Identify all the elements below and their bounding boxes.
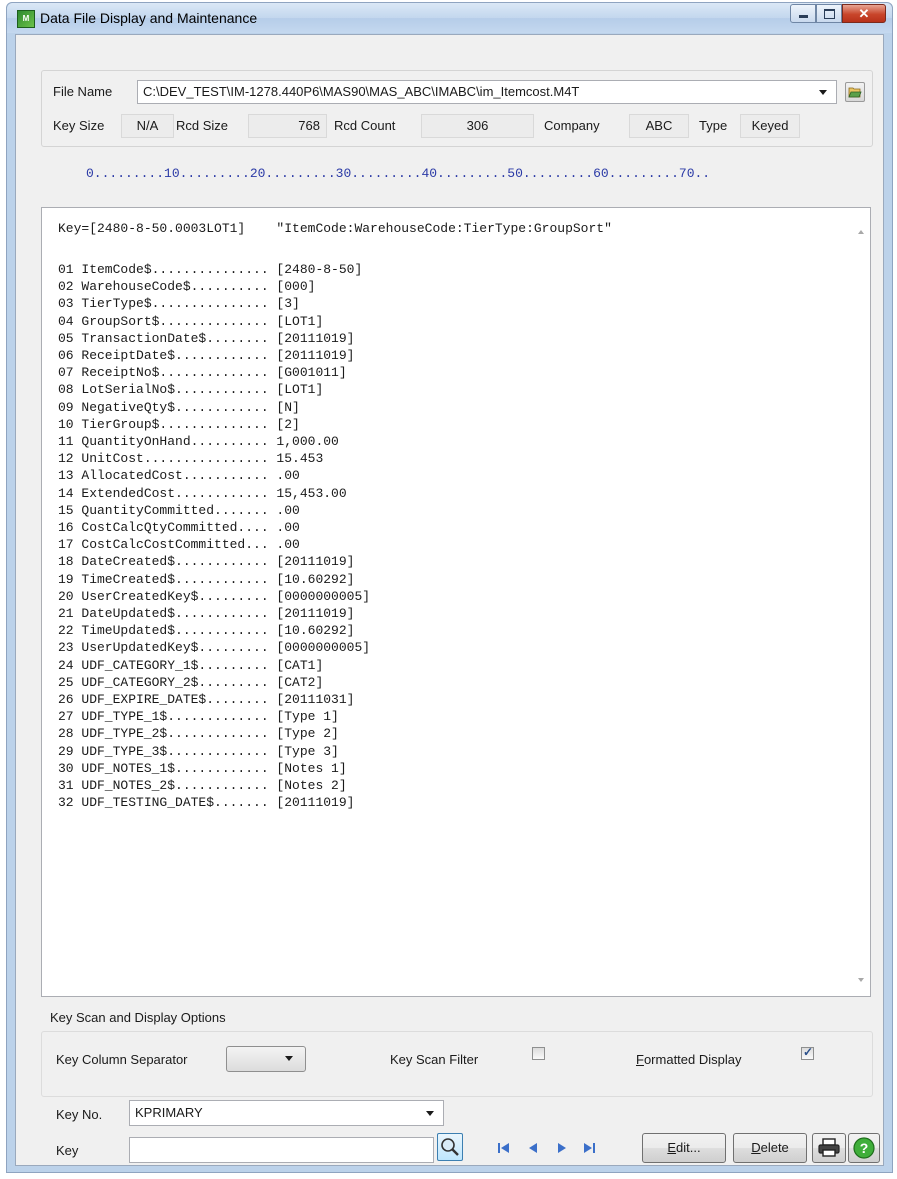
chevron-down-icon xyxy=(426,1111,434,1116)
record-field-line: 15 QuantityCommitted....... .00 xyxy=(58,502,300,518)
main-window: M Data File Display and Maintenance ✕ Fi… xyxy=(6,2,893,1173)
record-field-line: 04 GroupSort$.............. [LOT1] xyxy=(58,313,324,329)
last-record-icon[interactable] xyxy=(582,1141,596,1155)
record-field-line: 30 UDF_NOTES_1$............ [Notes 1] xyxy=(58,760,347,776)
key-scan-filter-label: Key Scan Filter xyxy=(390,1052,479,1067)
key-size-label: Key Size xyxy=(53,118,105,133)
close-button[interactable]: ✕ xyxy=(842,4,886,23)
rcd-count-label: Rcd Count xyxy=(334,118,396,133)
record-field-line: 23 UserUpdatedKey$......... [0000000005] xyxy=(58,640,371,656)
next-record-icon[interactable] xyxy=(556,1141,568,1155)
record-field-line: 26 UDF_EXPIRE_DATE$........ [20111031] xyxy=(58,692,355,708)
minimize-icon xyxy=(798,15,808,18)
formatted-display-label: Formatted Display xyxy=(636,1052,742,1067)
record-field-line: 21 DateUpdated$............ [20111019] xyxy=(58,606,355,622)
record-field-line: 28 UDF_TYPE_2$............. [Type 2] xyxy=(58,726,339,742)
record-field-line: 01 ItemCode$............... [2480-8-50] xyxy=(58,262,363,277)
record-field-line: 16 CostCalcQtyCommitted.... .00 xyxy=(58,520,300,536)
key-label: Key xyxy=(56,1143,79,1158)
first-record-icon[interactable] xyxy=(497,1141,511,1155)
app-icon: M xyxy=(17,10,35,28)
key-size-value: N/A xyxy=(121,114,174,138)
record-field-line: 08 LotSerialNo$............ [LOT1] xyxy=(58,382,324,398)
folder-open-icon xyxy=(848,87,862,98)
scroll-down-icon[interactable] xyxy=(858,978,864,982)
chevron-down-icon xyxy=(819,90,827,95)
scroll-up-icon[interactable] xyxy=(858,230,864,234)
record-field-line: 25 UDF_CATEGORY_2$......... [CAT2] xyxy=(58,674,324,690)
record-field-line: 18 DateCreated$............ [20111019] xyxy=(58,554,355,570)
client-area: File Name C:\DEV_TEST\IM-1278.440P6\MAS9… xyxy=(15,34,884,1166)
type-value: Keyed xyxy=(740,114,800,138)
rcd-size-value: 768 xyxy=(248,114,327,138)
help-icon: ? xyxy=(853,1137,875,1159)
record-field-line: 27 UDF_TYPE_1$............. [Type 1] xyxy=(58,709,339,725)
key-column-separator-label: Key Column Separator xyxy=(56,1052,188,1067)
key-scan-filter-checkbox[interactable] xyxy=(532,1047,545,1060)
record-field-line: 03 TierType$............... [3] xyxy=(58,296,300,312)
type-label: Type xyxy=(699,118,728,133)
options-group-title: Key Scan and Display Options xyxy=(50,1010,226,1025)
rcd-count-value: 306 xyxy=(421,114,534,138)
record-field-line: 10 TierGroup$.............. [2] xyxy=(58,416,300,432)
column-ruler: 0.........10.........20.........30......… xyxy=(86,166,711,181)
file-name-value: C:\DEV_TEST\IM-1278.440P6\MAS90\MAS_ABC\… xyxy=(143,84,580,99)
checkmark-icon: ✓ xyxy=(803,1045,814,1059)
delete-button[interactable]: Delete xyxy=(733,1133,807,1163)
record-display[interactable]: Key=[2480-8-50.0003LOT1] "ItemCode:Wareh… xyxy=(41,207,871,997)
browse-file-button[interactable] xyxy=(845,82,865,102)
previous-record-icon[interactable] xyxy=(527,1141,539,1155)
record-field-line: 07 ReceiptNo$.............. [G001011] xyxy=(58,365,347,381)
key-no-value: KPRIMARY xyxy=(135,1105,203,1120)
record-field-line: 06 ReceiptDate$............ [20111019] xyxy=(58,348,355,364)
edit-button[interactable]: Edit... xyxy=(642,1133,726,1163)
close-icon: ✕ xyxy=(858,5,870,21)
key-lookup-button[interactable] xyxy=(437,1133,463,1161)
window-controls: ✕ xyxy=(790,4,886,23)
magnifier-icon xyxy=(441,1138,459,1156)
record-field-line: 09 NegativeQty$............ [N] xyxy=(58,399,300,415)
record-field-line: 02 WarehouseCode$.......... [000] xyxy=(58,279,316,295)
printer-icon xyxy=(818,1138,840,1157)
record-field-line: 29 UDF_TYPE_3$............. [Type 3] xyxy=(58,743,339,759)
title-bar: M Data File Display and Maintenance ✕ xyxy=(7,3,892,33)
formatted-display-checkbox[interactable]: ✓ xyxy=(801,1045,814,1060)
record-field-list: 01 ItemCode$............... [2480-8-50] 0… xyxy=(58,261,370,812)
key-input[interactable] xyxy=(129,1137,434,1163)
record-field-line: 20 UserCreatedKey$......... [0000000005] xyxy=(58,588,371,604)
svg-text:?: ? xyxy=(860,1140,869,1156)
key-no-label: Key No. xyxy=(56,1107,103,1122)
record-field-line: 11 QuantityOnHand.......... 1,000.00 xyxy=(58,434,339,450)
record-field-line: 05 TransactionDate$........ [20111019] xyxy=(58,330,355,346)
record-field-line: 24 UDF_CATEGORY_1$......... [CAT1] xyxy=(58,657,324,673)
vertical-scrollbar[interactable] xyxy=(853,208,870,996)
file-name-label: File Name xyxy=(53,84,113,99)
minimize-button[interactable] xyxy=(790,4,816,23)
chevron-down-icon xyxy=(285,1056,293,1061)
formatted-display-label-rest: ormatted Display xyxy=(643,1052,742,1067)
company-label: Company xyxy=(544,118,600,133)
print-button[interactable] xyxy=(812,1133,846,1163)
record-field-line: 19 TimeCreated$............ [10.60292] xyxy=(58,571,355,587)
record-field-line: 22 TimeUpdated$............ [10.60292] xyxy=(58,623,355,639)
key-no-select[interactable]: KPRIMARY xyxy=(129,1100,444,1126)
maximize-button[interactable] xyxy=(816,4,842,23)
help-button[interactable]: ? xyxy=(848,1133,880,1163)
record-field-line: 14 ExtendedCost............ 15,453.00 xyxy=(58,485,347,501)
record-field-line: 13 AllocatedCost........... .00 xyxy=(58,468,300,484)
company-value: ABC xyxy=(629,114,689,138)
edit-button-label-rest: dit... xyxy=(676,1140,701,1155)
delete-button-label-rest: elete xyxy=(760,1140,789,1155)
key-column-separator-select[interactable] xyxy=(226,1046,306,1072)
record-field-line: 31 UDF_NOTES_2$............ [Notes 2] xyxy=(58,778,347,794)
record-field-line: 12 UnitCost................ 15.453 xyxy=(58,451,324,467)
record-field-line: 17 CostCalcCostCommitted... .00 xyxy=(58,537,300,553)
file-name-combo[interactable]: C:\DEV_TEST\IM-1278.440P6\MAS90\MAS_ABC\… xyxy=(137,80,837,104)
maximize-icon xyxy=(823,8,835,19)
record-field-line: 32 UDF_TESTING_DATE$....... [20111019] xyxy=(58,795,355,811)
record-key-line: Key=[2480-8-50.0003LOT1] "ItemCode:Wareh… xyxy=(58,221,612,236)
rcd-size-label: Rcd Size xyxy=(176,118,229,133)
window-title: Data File Display and Maintenance xyxy=(40,10,258,26)
